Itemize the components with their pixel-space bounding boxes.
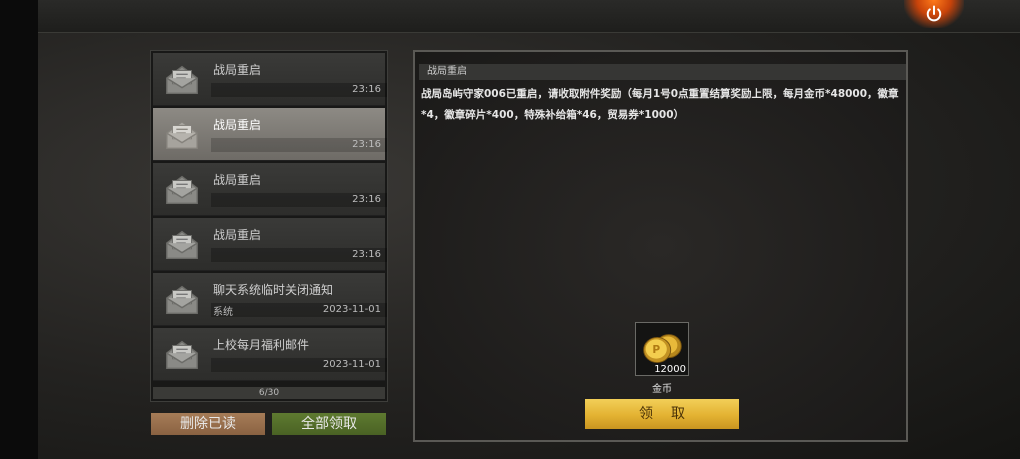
mail-time: 23:16 xyxy=(352,84,381,95)
power-button[interactable] xyxy=(904,0,964,28)
mail-list: 战局重启 23:16 战局重启 23:16 战局重启 23:16 战局重启 23… xyxy=(150,50,388,402)
detail-body: 战局岛屿守家006已重启，请收取附件奖励（每月1号0点重置结算奖励上限，每月金币… xyxy=(421,88,899,121)
open-envelope-icon xyxy=(166,285,198,315)
claim-all-button[interactable]: 全部领取 xyxy=(272,413,386,435)
claim-button[interactable]: 领取 xyxy=(585,399,739,429)
mail-item[interactable]: 战局重启 23:16 xyxy=(153,218,387,271)
left-edge xyxy=(0,0,38,459)
mail-item[interactable]: 战局重启 23:16 xyxy=(153,163,387,216)
mail-title: 战局重启 xyxy=(213,228,262,242)
mail-title: 战局重启 xyxy=(213,63,262,77)
mail-title: 战局重启 xyxy=(213,118,262,132)
mail-sender: 系统 xyxy=(213,307,233,318)
reward-item[interactable]: P 12000 xyxy=(635,322,689,376)
power-icon xyxy=(926,5,942,22)
svg-text:P: P xyxy=(652,344,660,356)
mail-item[interactable]: 聊天系统临时关闭通知 系统 2023-11-01 xyxy=(153,273,387,326)
detail-title: 战局重启 xyxy=(419,64,906,80)
mail-time: 23:16 xyxy=(352,249,381,260)
mail-title: 战局重启 xyxy=(213,173,262,187)
mail-item[interactable]: 战局重启 23:16 xyxy=(153,53,387,106)
mail-time: 2023-11-01 xyxy=(322,304,381,315)
mail-title: 上校每月福利邮件 xyxy=(213,338,310,352)
mail-time: 2023-11-01 xyxy=(322,359,381,370)
open-envelope-icon xyxy=(166,175,198,205)
mail-detail-panel: 战局重启 战局岛屿守家006已重启，请收取附件奖励（每月1号0点重置结算奖励上限… xyxy=(413,50,908,442)
open-envelope-icon xyxy=(166,340,198,370)
mail-title: 聊天系统临时关闭通知 xyxy=(213,283,334,297)
mail-time: 23:16 xyxy=(352,139,381,150)
mail-item-selected[interactable]: 战局重启 23:16 xyxy=(153,108,387,161)
mail-time: 23:16 xyxy=(352,194,381,205)
open-envelope-icon xyxy=(166,230,198,260)
open-envelope-icon xyxy=(166,65,198,95)
reward-name: 金币 xyxy=(652,384,672,395)
open-envelope-icon xyxy=(166,120,198,150)
delete-read-button[interactable]: 删除已读 xyxy=(151,413,265,435)
mail-item[interactable]: 上校每月福利邮件 2023-11-01 xyxy=(153,328,387,381)
top-bar xyxy=(38,0,1020,33)
pagination-indicator: 6/30 xyxy=(153,387,385,399)
reward-quantity: 12000 xyxy=(654,364,686,375)
